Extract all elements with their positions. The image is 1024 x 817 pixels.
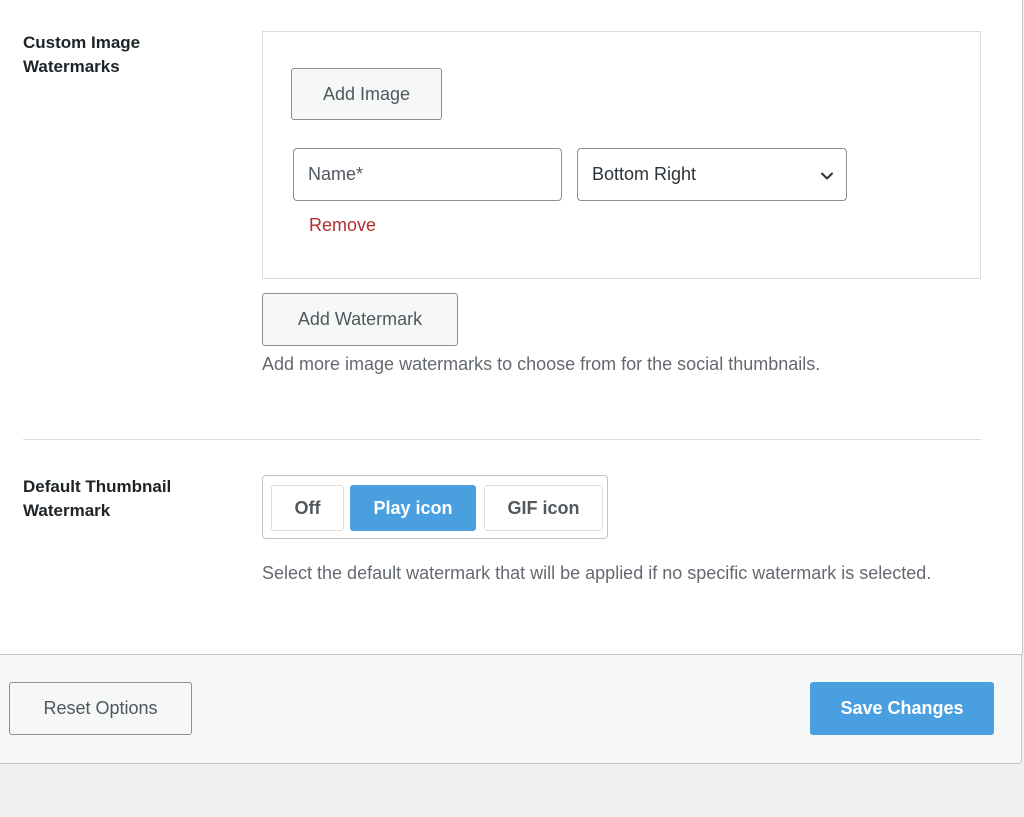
watermark-name-field[interactable] — [293, 148, 562, 201]
watermark-position-value: Bottom Right — [592, 164, 697, 184]
remove-watermark-link[interactable]: Remove — [309, 215, 376, 236]
add-image-button[interactable]: Add Image — [291, 68, 442, 120]
watermark-name-input[interactable] — [308, 164, 547, 185]
watermark-position-select[interactable]: Bottom Right — [577, 148, 847, 201]
option-play-icon[interactable]: Play icon — [350, 485, 476, 531]
section-divider — [23, 439, 981, 440]
save-changes-button[interactable]: Save Changes — [810, 682, 994, 735]
custom-watermarks-description: Add more image watermarks to choose from… — [262, 354, 821, 374]
add-watermark-button[interactable]: Add Watermark — [262, 293, 458, 346]
settings-panel: Custom Image Watermarks Add Image Bottom… — [0, 0, 1023, 654]
custom-watermarks-label: Custom Image Watermarks — [23, 33, 141, 76]
default-watermark-toggle-group: Off Play icon GIF icon — [262, 475, 608, 539]
default-watermark-description: Select the default watermark that will b… — [262, 563, 932, 583]
option-off[interactable]: Off — [271, 485, 344, 531]
option-gif-icon[interactable]: GIF icon — [484, 485, 603, 531]
reset-options-button[interactable]: Reset Options — [9, 682, 192, 735]
default-watermark-label: Default Thumbnail Watermark — [23, 477, 172, 520]
chevron-down-icon — [821, 172, 833, 180]
